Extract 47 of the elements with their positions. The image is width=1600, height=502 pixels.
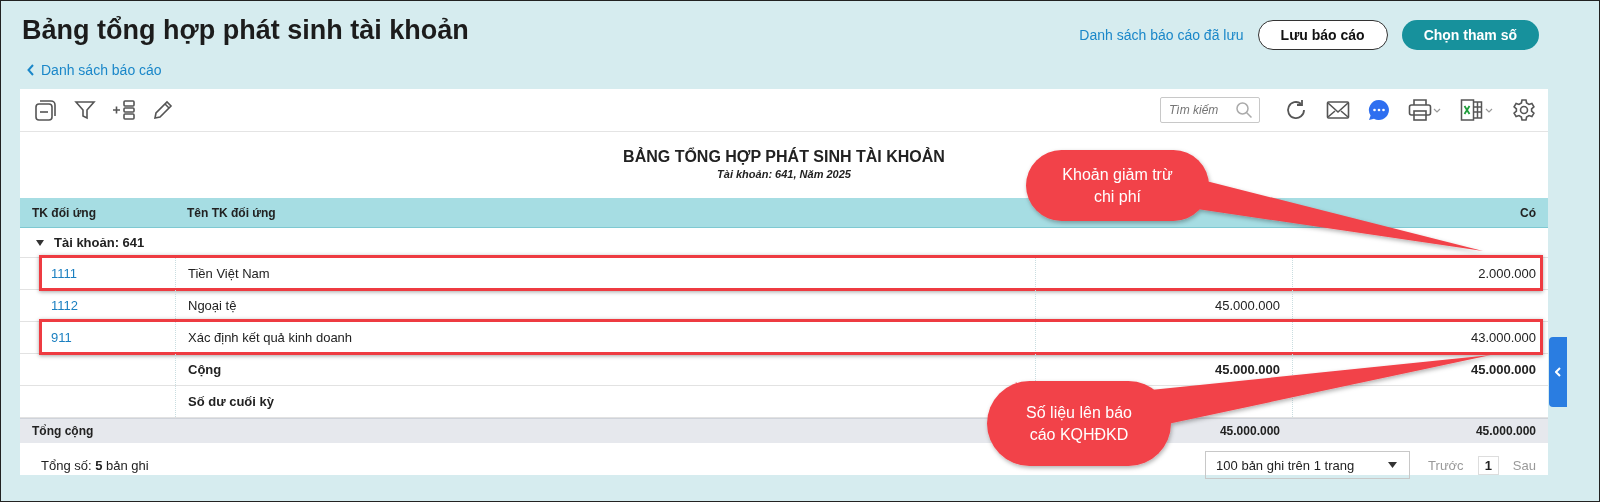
- table-cell: 43.000.000: [1470, 330, 1536, 345]
- choose-parameters-button[interactable]: Chọn tham số: [1401, 20, 1539, 50]
- printer-icon[interactable]: [1408, 98, 1442, 122]
- column-header[interactable]: Có: [1520, 205, 1536, 220]
- page-number[interactable]: 1: [1477, 455, 1499, 475]
- table-cell: 45.000.000: [1219, 424, 1280, 438]
- table-cell: 45.000.000: [1214, 362, 1280, 377]
- chat-icon[interactable]: [1368, 99, 1390, 121]
- filter-icon[interactable]: [74, 99, 96, 121]
- pencil-icon[interactable]: [152, 99, 174, 121]
- caret-down-icon[interactable]: [36, 238, 44, 247]
- search-field[interactable]: Tìm kiếm: [1160, 97, 1260, 123]
- total-label: Tổng cộng: [32, 424, 94, 438]
- settings-icon[interactable]: [1512, 98, 1536, 122]
- save-report-button[interactable]: Lưu báo cáo: [1257, 20, 1388, 50]
- callout-text: Số liệu lên báo cáo KQHĐKD: [1025, 402, 1133, 445]
- table-cell: 2.000.000: [1478, 266, 1536, 281]
- table-cell: Ngoại tệ: [188, 298, 237, 313]
- table-cell: Xác định kết quả kinh doanh: [188, 330, 353, 345]
- collapse-icon[interactable]: [34, 98, 58, 122]
- table-cell: Tiền Việt Nam: [188, 266, 270, 281]
- report-subtitle: Tài khoản: 641, Năm 2025: [717, 168, 851, 180]
- table-cell: 45.000.000: [1470, 362, 1536, 377]
- caret-down-icon: [1388, 462, 1398, 468]
- account-link[interactable]: 1112: [51, 298, 78, 313]
- group-label: Tài khoản: 641: [54, 235, 145, 250]
- saved-reports-link[interactable]: Danh sách báo cáo đã lưu: [1079, 27, 1244, 43]
- table-cell: Số dư cuối kỳ: [188, 394, 274, 409]
- mail-icon[interactable]: [1326, 100, 1350, 120]
- refresh-icon[interactable]: [1284, 98, 1308, 122]
- callout-text: Khoản giảm trừ chi phí: [1061, 164, 1174, 207]
- page-size-select[interactable]: 100 bản ghi trên 1 trang: [1205, 451, 1411, 479]
- search-icon: [1235, 101, 1253, 119]
- column-header[interactable]: Tên TK đối ứng: [187, 205, 276, 220]
- table-cell: Cộng: [188, 362, 222, 377]
- chevron-left-icon: [1555, 367, 1561, 377]
- page-title: Bảng tổng hợp phát sinh tài khoản: [22, 15, 469, 46]
- add-rows-icon[interactable]: [112, 99, 136, 121]
- chevron-left-icon: [27, 64, 35, 76]
- account-link[interactable]: 911: [51, 330, 72, 345]
- account-link[interactable]: 1111: [51, 266, 78, 281]
- record-count: Tổng số: 5 bản ghi: [41, 457, 149, 473]
- table-cell: 45.000.000: [1475, 424, 1536, 438]
- excel-icon[interactable]: [1460, 98, 1494, 122]
- table-cell: 45.000.000: [1214, 298, 1280, 313]
- report-title: BẢNG TỔNG HỢP PHÁT SINH TÀI KHOẢN: [623, 148, 945, 166]
- column-header[interactable]: TK đối ứng: [32, 205, 96, 220]
